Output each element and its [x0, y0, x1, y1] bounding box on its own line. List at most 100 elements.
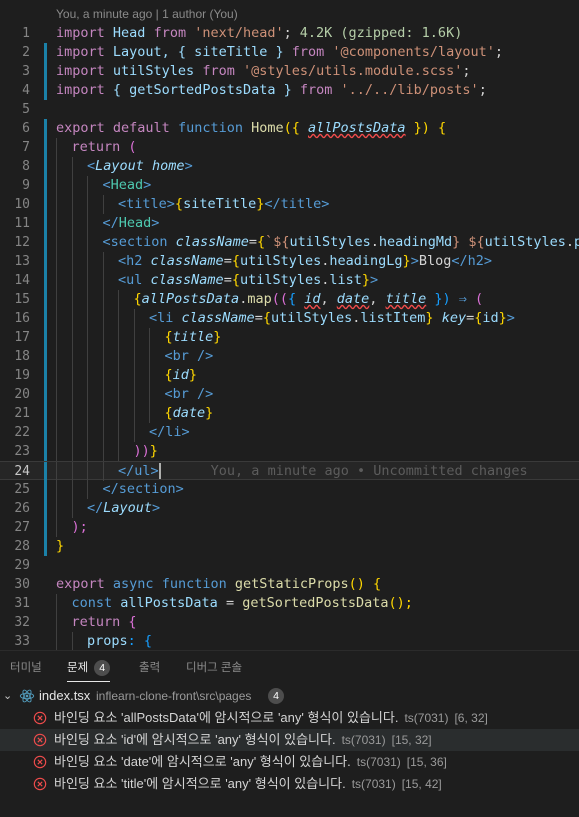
code-token: < [165, 386, 173, 402]
line-number: 7 [0, 138, 30, 157]
code-line[interactable]: 26</Layout> [0, 499, 579, 518]
gutter-change-marker[interactable] [44, 81, 47, 100]
code-token: utilStyles [105, 63, 203, 79]
code-editor[interactable]: You, a minute ago | 1 author (You) 1impo… [0, 0, 579, 650]
code-line[interactable]: 2import Layout, { siteTitle } from '@com… [0, 43, 579, 62]
problem-item[interactable]: 바인딩 요소 'date'에 암시적으로 'any' 형식이 있습니다.ts(7… [0, 751, 579, 773]
problem-message: 바인딩 요소 'date'에 암시적으로 'any' 형식이 있습니다. [54, 754, 351, 769]
code-line[interactable]: 28} [0, 537, 579, 556]
gutter-change-marker[interactable] [44, 271, 47, 290]
gutter-change-marker[interactable] [44, 119, 47, 138]
tab-problems[interactable]: 문제4 [67, 651, 110, 685]
problem-item[interactable]: 바인딩 요소 'allPostsData'에 암시적으로 'any' 형식이 있… [0, 707, 579, 729]
gutter-change-marker[interactable] [44, 290, 47, 309]
code-line[interactable]: 1import Head from 'next/head';4.2K (gzip… [0, 24, 579, 43]
indent-guide [149, 366, 150, 385]
code-line[interactable]: 16<li className={utilStyles.listItem} ke… [0, 309, 579, 328]
code-line[interactable]: 11</Head> [0, 214, 579, 233]
code-token: allPostsData [308, 120, 406, 136]
code-line[interactable]: 17{title} [0, 328, 579, 347]
code-line[interactable]: 15{allPostsData.map(({ id, date, title }… [0, 290, 579, 309]
gutter-change-marker[interactable] [44, 157, 47, 176]
codelens-blame[interactable]: You, a minute ago | 1 author (You) [56, 5, 238, 24]
code-line[interactable]: 30export async function getStaticProps()… [0, 575, 579, 594]
code-line[interactable]: 31const allPostsData = getSortedPostsDat… [0, 594, 579, 613]
code-token: = [466, 310, 474, 326]
gutter-change-marker[interactable] [44, 462, 47, 481]
indent-guide [103, 366, 104, 385]
code-line[interactable]: 18<br /> [0, 347, 579, 366]
tab-terminal[interactable]: 터미널 [10, 651, 42, 685]
indent-guide [72, 499, 73, 518]
problem-item[interactable]: 바인딩 요소 'title'에 암시적으로 'any' 형식이 있습니다.ts(… [0, 773, 579, 795]
indent-guide [103, 404, 104, 423]
gutter-change-marker[interactable] [44, 442, 47, 461]
problem-item[interactable]: 바인딩 요소 'id'에 암시적으로 'any' 형식이 있습니다.ts(703… [0, 729, 579, 751]
gutter-change-marker[interactable] [44, 480, 47, 499]
code-line[interactable]: 10<title>{siteTitle}</title> [0, 195, 579, 214]
problem-location: [6, 32] [454, 711, 487, 725]
line-number: 15 [0, 290, 30, 309]
gutter-change-marker[interactable] [44, 366, 47, 385]
gutter-change-marker[interactable] [44, 309, 47, 328]
gutter-change-marker[interactable] [44, 43, 47, 62]
code-line[interactable]: 20<br /> [0, 385, 579, 404]
line-number: 33 [0, 632, 30, 650]
code-line[interactable]: 13<h2 className={utilStyles.headingLg}>B… [0, 252, 579, 271]
problem-file-row[interactable]: ⌄ index.tsx inflearn-clone-front\src\pag… [0, 685, 579, 707]
indent-guide [118, 385, 119, 404]
code-token: > [143, 177, 151, 193]
code-line[interactable]: 5 [0, 100, 579, 119]
code-line[interactable]: 7return ( [0, 138, 579, 157]
code-line[interactable]: 32return { [0, 613, 579, 632]
code-line[interactable]: 24</ul>You, a minute ago • Uncommitted c… [0, 461, 579, 480]
gutter-change-marker[interactable] [44, 62, 47, 81]
text-cursor [159, 463, 161, 479]
tab-output[interactable]: 출력 [139, 651, 160, 685]
line-number: 4 [0, 81, 30, 100]
gutter-change-marker[interactable] [44, 252, 47, 271]
code-token: Home [243, 120, 284, 136]
code-line[interactable]: 19{id} [0, 366, 579, 385]
code-line[interactable]: 14<ul className={utilStyles.list}> [0, 271, 579, 290]
indent-guide [72, 423, 73, 442]
code-line[interactable]: 22</li> [0, 423, 579, 442]
gutter-change-marker[interactable] [44, 347, 47, 366]
code-token: default [105, 120, 170, 136]
indent-guide [56, 138, 57, 157]
indent-guide [72, 271, 73, 290]
code-token: list [329, 272, 362, 288]
gutter-change-marker[interactable] [44, 518, 47, 537]
code-line[interactable]: 25</section> [0, 480, 579, 499]
gutter-change-marker[interactable] [44, 233, 47, 252]
gutter-change-marker[interactable] [44, 214, 47, 233]
code-line[interactable]: 21{date} [0, 404, 579, 423]
indent-guide [87, 214, 88, 233]
gutter-change-marker[interactable] [44, 423, 47, 442]
gutter-change-marker[interactable] [44, 195, 47, 214]
code-token: = [249, 234, 257, 250]
code-line[interactable]: 6export default function Home({ allPosts… [0, 119, 579, 138]
gutter-change-marker[interactable] [44, 328, 47, 347]
code-line[interactable]: 27); [0, 518, 579, 537]
gutter-change-marker[interactable] [44, 537, 47, 556]
code-line[interactable]: 8<Layout home> [0, 157, 579, 176]
code-line[interactable]: 4import { getSortedPostsData } from '../… [0, 81, 579, 100]
code-line[interactable]: 3import utilStyles from '@styles/utils.m… [0, 62, 579, 81]
code-token: { [120, 614, 136, 630]
gutter-change-marker[interactable] [44, 385, 47, 404]
gutter-change-marker[interactable] [44, 499, 47, 518]
tab-debug-console[interactable]: 디버그 콘솔 [186, 651, 242, 685]
bottom-panel: 터미널 문제4 출력 디버그 콘솔 ⌄ index.tsx inflearn-c… [0, 650, 579, 817]
indent-guide [87, 404, 88, 423]
code-line[interactable]: 23))} [0, 442, 579, 461]
chevron-down-icon[interactable]: ⌄ [3, 685, 12, 707]
code-line[interactable]: 33props: { [0, 632, 579, 650]
code-line[interactable]: 12<section className={`${utilStyles.head… [0, 233, 579, 252]
gutter-change-marker[interactable] [44, 176, 47, 195]
code-line[interactable]: 9<Head> [0, 176, 579, 195]
gutter-change-marker[interactable] [44, 404, 47, 423]
gutter-change-marker[interactable] [44, 138, 47, 157]
code-line[interactable]: 29 [0, 556, 579, 575]
code-text: <Layout home> [87, 157, 193, 176]
